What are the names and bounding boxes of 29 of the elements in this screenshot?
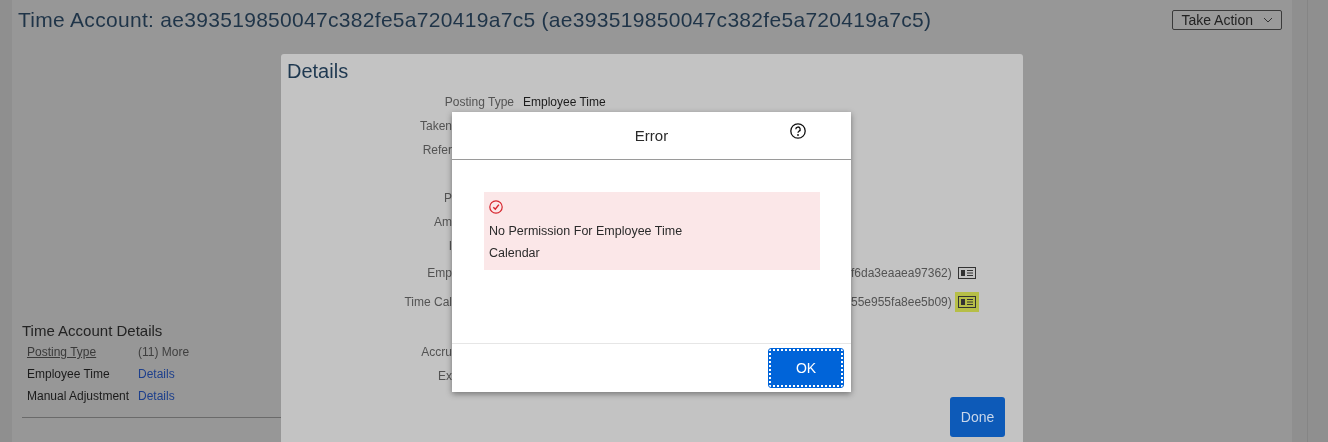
card-icon[interactable]: [957, 266, 976, 279]
field-label: I: [447, 239, 452, 253]
error-message: No Permission For Employee Time Calendar: [489, 223, 684, 262]
field-value: f6da3eaaea97362): [851, 265, 952, 280]
field-label: Emp: [426, 265, 452, 280]
field-value: 55e955fa8ee5b09): [851, 294, 952, 309]
column-header[interactable]: Posting Type: [27, 345, 138, 359]
field-label: P: [443, 191, 452, 205]
check-circle-icon: [489, 200, 503, 214]
field-label: Accru: [420, 345, 452, 359]
card-icon[interactable]: [957, 295, 976, 308]
done-button[interactable]: Done: [950, 397, 1005, 437]
field-label: Posting Type: [443, 95, 514, 109]
field-label: Ex: [437, 369, 452, 383]
field-label: Refer: [421, 143, 452, 157]
dialog-title: Error: [634, 127, 669, 144]
caret-icon: [1263, 17, 1273, 23]
help-icon[interactable]: [790, 123, 806, 139]
ok-button[interactable]: OK: [769, 349, 843, 387]
section-title: Time Account Details: [22, 322, 164, 339]
field-label: Taken: [418, 119, 452, 133]
dialog-title: Details: [286, 59, 350, 84]
field-label: Time Cal: [403, 294, 452, 309]
field-value: Employee Time: [523, 95, 606, 109]
page-title: Time Account: ae393519850047c382fe5a720419a7c5 (ae393519850047c382fe5a720419a7c5): [18, 8, 932, 32]
take-action-button[interactable]: Take Action: [1172, 10, 1282, 30]
table-cell-text: Employee Time: [27, 367, 111, 381]
table-cell-text: Manual Adjustment: [27, 389, 131, 403]
field-label: Am: [433, 215, 452, 229]
